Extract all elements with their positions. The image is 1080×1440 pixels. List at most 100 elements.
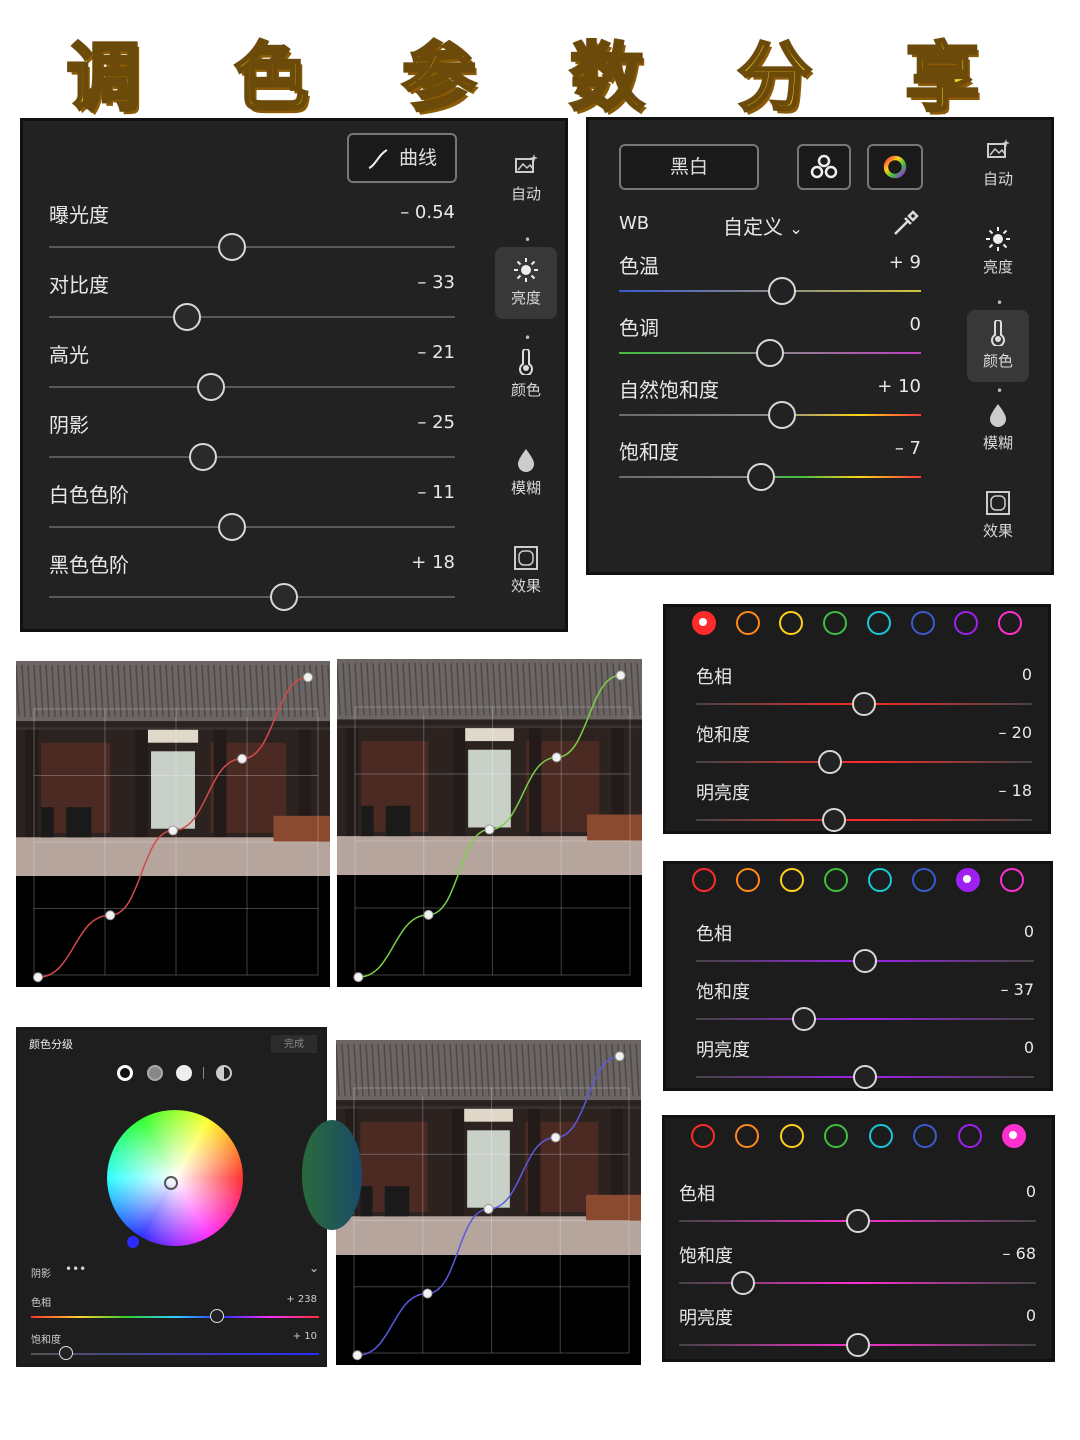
curve-button-label: 曲线 bbox=[398, 147, 437, 169]
hue-slider-thumb[interactable] bbox=[210, 1309, 224, 1323]
wheel-center-handle[interactable] bbox=[164, 1176, 178, 1190]
slider-thumb[interactable] bbox=[217, 513, 246, 541]
hsl-slider-thumb[interactable] bbox=[852, 692, 876, 716]
color-ring-0[interactable] bbox=[692, 868, 716, 892]
slider-thumb[interactable] bbox=[768, 277, 797, 305]
hsl-slider-thumb[interactable] bbox=[792, 1007, 817, 1031]
color-ring-0[interactable] bbox=[692, 611, 716, 635]
color-ring-6[interactable] bbox=[954, 611, 979, 635]
collapse-chevron-icon[interactable]: ⌄ bbox=[309, 1261, 319, 1275]
side-item-frame[interactable]: 效果 bbox=[967, 486, 1029, 550]
hsl-slider-thumb[interactable] bbox=[818, 750, 843, 774]
slider-thumb[interactable] bbox=[197, 373, 226, 401]
curve-button[interactable]: 曲线 bbox=[347, 133, 457, 183]
wb-value: 自定义 bbox=[723, 215, 783, 239]
color-ring-2[interactable] bbox=[779, 611, 804, 635]
slider-track[interactable] bbox=[49, 526, 455, 528]
hsl-slider-thumb[interactable] bbox=[853, 1065, 877, 1089]
color-ring-4[interactable] bbox=[866, 611, 891, 635]
slider-thumb[interactable] bbox=[270, 583, 299, 611]
color-ring-1[interactable] bbox=[735, 611, 760, 635]
color-ring-4[interactable] bbox=[868, 868, 892, 892]
side-item-sun[interactable]: 亮度 bbox=[495, 247, 557, 319]
color-ring-icon bbox=[883, 155, 907, 179]
color-ring-2[interactable] bbox=[780, 868, 804, 892]
color-ring-1[interactable] bbox=[735, 1124, 760, 1148]
color-ring-5[interactable] bbox=[912, 868, 936, 892]
color-ring-7[interactable] bbox=[998, 611, 1022, 635]
hsl-row-value: – 37 bbox=[1000, 980, 1034, 999]
bw-button[interactable]: 黑白 bbox=[619, 144, 759, 190]
hsl-slider-thumb[interactable] bbox=[731, 1271, 756, 1295]
highlights-mode-icon[interactable] bbox=[176, 1065, 192, 1081]
slider-track[interactable] bbox=[49, 386, 455, 388]
color-ring-7[interactable] bbox=[1000, 868, 1024, 892]
hsl-slider-thumb[interactable] bbox=[845, 1209, 870, 1233]
color-ring-6[interactable] bbox=[956, 868, 980, 892]
hue-slider-track[interactable] bbox=[31, 1316, 319, 1318]
side-item-frame[interactable]: 效果 bbox=[495, 541, 557, 605]
color-ring-1[interactable] bbox=[736, 868, 760, 892]
slider-thumb[interactable] bbox=[189, 443, 218, 471]
wb-dropdown[interactable]: 自定义 ⌄ bbox=[723, 211, 803, 240]
hsl-slider-thumb[interactable] bbox=[853, 949, 877, 973]
side-item-label: 亮度 bbox=[510, 289, 541, 307]
slider-label: 阴影 bbox=[49, 413, 89, 437]
color-ring-5[interactable] bbox=[913, 1124, 938, 1148]
slider-label: 对比度 bbox=[49, 273, 109, 297]
hsl-row-label: 明亮度 bbox=[696, 783, 750, 804]
side-item-drop[interactable]: 模糊 bbox=[495, 443, 557, 507]
slider-thumb[interactable] bbox=[768, 401, 797, 429]
hsl-slider-thumb[interactable] bbox=[845, 1333, 870, 1357]
side-item-auto[interactable]: 自动 bbox=[967, 134, 1029, 198]
hsl-slider-track[interactable] bbox=[696, 819, 1032, 821]
color-ring-4[interactable] bbox=[868, 1124, 893, 1148]
slider-thumb[interactable] bbox=[756, 339, 784, 367]
eyedropper-icon[interactable] bbox=[891, 208, 921, 238]
curve-red-photo bbox=[16, 661, 330, 987]
slider-track[interactable] bbox=[49, 596, 455, 598]
saturation-slider-track[interactable] bbox=[31, 1353, 319, 1355]
slider-thumb[interactable] bbox=[217, 233, 246, 261]
done-button[interactable]: 完成 bbox=[271, 1035, 317, 1053]
global-mode-icon[interactable] bbox=[216, 1065, 232, 1081]
color-ring-7[interactable] bbox=[1002, 1124, 1026, 1148]
hsl-slider-track[interactable] bbox=[696, 761, 1032, 763]
side-item-thermometer[interactable]: 颜色 bbox=[495, 345, 557, 409]
hsl-slider-thumb[interactable] bbox=[821, 808, 846, 832]
preset-button[interactable] bbox=[797, 144, 851, 190]
color-ring-5[interactable] bbox=[910, 611, 935, 635]
curve-graph[interactable] bbox=[337, 659, 642, 987]
color-ring-0[interactable] bbox=[691, 1124, 715, 1148]
curve-graph[interactable] bbox=[336, 1040, 641, 1365]
color-ring-6[interactable] bbox=[957, 1124, 982, 1148]
slider-track[interactable] bbox=[49, 246, 455, 248]
color-mix-button[interactable] bbox=[867, 144, 923, 190]
slider-value: 0 bbox=[909, 314, 921, 335]
side-item-thermometer[interactable]: 颜色 bbox=[967, 310, 1029, 382]
side-item-auto[interactable]: 自动 bbox=[495, 149, 557, 213]
side-item-sun[interactable]: 亮度 bbox=[967, 222, 1029, 286]
color-ring-3[interactable] bbox=[823, 611, 848, 635]
slider-label: 饱和度 bbox=[619, 440, 679, 464]
more-icon[interactable]: ••• bbox=[65, 1262, 86, 1276]
color-ring-3[interactable] bbox=[824, 868, 848, 892]
side-item-label: 颜色 bbox=[510, 381, 541, 399]
saturation-slider-thumb[interactable] bbox=[59, 1346, 73, 1360]
color-ring-2[interactable] bbox=[779, 1124, 804, 1148]
side-item-drop[interactable]: 模糊 bbox=[967, 398, 1029, 462]
slider-value: + 18 bbox=[411, 552, 455, 573]
slider-thumb[interactable] bbox=[746, 463, 775, 491]
hsl-row-label: 明亮度 bbox=[696, 1040, 750, 1061]
slider-label: 高光 bbox=[49, 343, 89, 367]
separator-dot: • bbox=[996, 296, 1004, 310]
midtones-mode-icon[interactable] bbox=[147, 1065, 163, 1081]
shadows-mode-icon[interactable] bbox=[117, 1065, 133, 1081]
slider-track[interactable] bbox=[49, 456, 455, 458]
slider-thumb[interactable] bbox=[173, 303, 202, 331]
color-ring-3[interactable] bbox=[824, 1124, 849, 1148]
hsl-slider-track[interactable] bbox=[696, 1018, 1034, 1020]
slider-track[interactable] bbox=[49, 316, 455, 318]
wheel-hue-handle[interactable] bbox=[127, 1236, 139, 1248]
curve-graph[interactable] bbox=[16, 661, 330, 987]
